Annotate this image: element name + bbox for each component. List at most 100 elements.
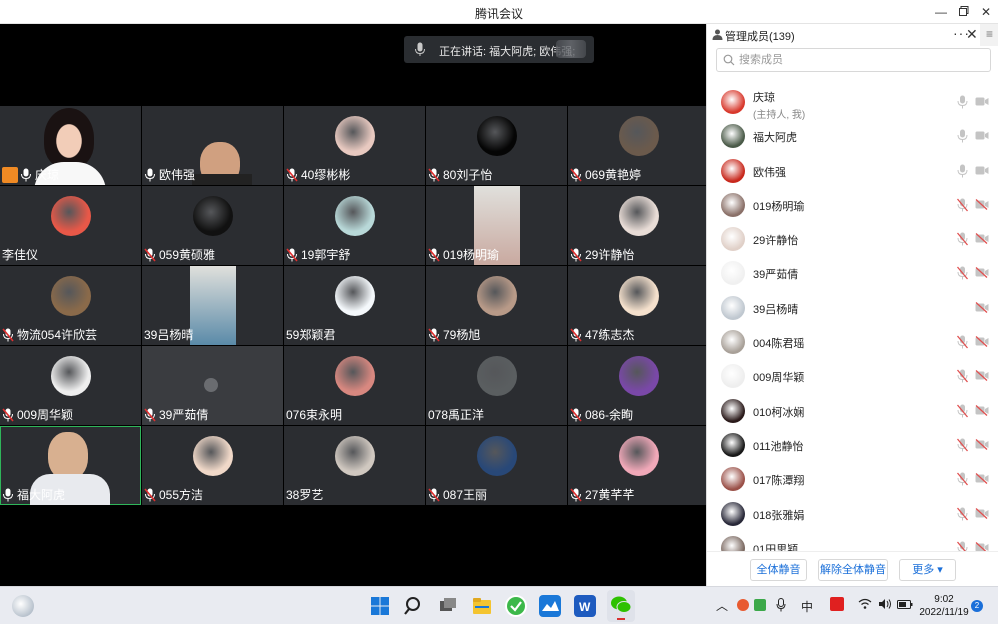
start-icon[interactable]	[369, 595, 391, 617]
member-mic-muted-icon[interactable]	[957, 232, 968, 246]
member-row[interactable]: 011池静怡	[707, 428, 998, 462]
wechat-icon[interactable]	[607, 590, 635, 622]
mute-all-button[interactable]: 全体静音	[750, 559, 807, 581]
tray-mic-icon[interactable]	[776, 598, 786, 612]
participant-tile[interactable]: 李佳仪	[0, 186, 141, 265]
member-mic-icon[interactable]	[957, 129, 968, 143]
participant-tile[interactable]: 055方洁	[142, 426, 283, 505]
participant-tile[interactable]: 59郑颖君	[284, 266, 425, 345]
participant-tile[interactable]: 059黄硕雅	[142, 186, 283, 265]
more-button[interactable]: 更多 ▾	[899, 559, 956, 581]
participant-tile[interactable]: 069黄艳婷	[568, 106, 709, 185]
ime-indicator[interactable]: 中	[801, 598, 813, 615]
participant-tile[interactable]: 087王丽	[426, 426, 567, 505]
member-camera-off-icon[interactable]	[975, 370, 989, 382]
member-camera-off-icon[interactable]	[975, 233, 989, 245]
tray-app-icon[interactable]	[737, 599, 749, 611]
member-row[interactable]: 39吕杨晴	[707, 291, 998, 325]
member-camera-off-icon[interactable]	[975, 404, 989, 416]
member-camera-off-icon[interactable]	[975, 336, 989, 348]
word-icon[interactable]: W	[574, 595, 596, 617]
member-avatar	[721, 90, 745, 114]
member-row[interactable]: 009周华颖	[707, 359, 998, 393]
volume-icon[interactable]	[878, 598, 892, 610]
member-mic-muted-icon[interactable]	[957, 472, 968, 486]
member-camera-icon[interactable]	[975, 96, 989, 107]
participant-tile[interactable]: 27黄芊芊	[568, 426, 709, 505]
sogou-icon[interactable]	[830, 597, 844, 611]
participant-tile[interactable]: 078禹正洋	[426, 346, 567, 425]
member-mic-muted-icon[interactable]	[957, 198, 968, 212]
notification-badge[interactable]: 2	[971, 600, 983, 612]
member-row[interactable]: 004陈君瑶	[707, 325, 998, 359]
member-row[interactable]: 29许静怡	[707, 222, 998, 256]
member-camera-off-icon[interactable]	[975, 473, 989, 485]
participant-tile[interactable]: 019杨明瑜	[426, 186, 567, 265]
member-camera-off-icon[interactable]	[975, 301, 989, 313]
system-clock[interactable]: 9:02 2022/11/19	[918, 593, 970, 619]
participant-tile[interactable]: 欧伟强	[142, 106, 283, 185]
member-row[interactable]: 39严茹倩	[707, 256, 998, 290]
participant-avatar	[618, 276, 659, 316]
search-taskbar-icon[interactable]	[403, 595, 425, 617]
member-mic-muted-icon[interactable]	[957, 369, 968, 383]
member-mic-muted-icon[interactable]	[957, 438, 968, 452]
member-mic-icon[interactable]	[957, 164, 968, 178]
member-row[interactable]: 019杨明瑜	[707, 188, 998, 222]
unmute-all-button[interactable]: 解除全体静音	[818, 559, 888, 581]
participant-tile[interactable]: 物流054许欣芸	[0, 266, 141, 345]
task-view-icon[interactable]	[437, 595, 459, 617]
participant-tile[interactable]: 庆琼	[0, 106, 141, 185]
participant-tile[interactable]: 076束永明	[284, 346, 425, 425]
member-mic-muted-icon[interactable]	[957, 266, 968, 280]
participant-tile[interactable]: 39严茹倩	[142, 346, 283, 425]
file-explorer-icon[interactable]	[471, 595, 493, 617]
member-camera-icon[interactable]	[975, 130, 989, 141]
browser-icon[interactable]	[505, 595, 527, 617]
participant-tile[interactable]: 38罗艺	[284, 426, 425, 505]
member-camera-off-icon[interactable]	[975, 507, 989, 519]
participant-tile[interactable]: 79杨旭	[426, 266, 567, 345]
member-row[interactable]: 庆琼 (主持人, 我)	[707, 85, 998, 121]
video-feed	[189, 266, 236, 345]
member-camera-icon[interactable]	[975, 165, 989, 176]
member-row[interactable]: 01田思颖	[707, 531, 998, 551]
side-menu-button[interactable]: ≡	[980, 24, 998, 46]
participant-tile[interactable]: 47练志杰	[568, 266, 709, 345]
battery-icon[interactable]	[897, 598, 913, 610]
member-mic-muted-icon[interactable]	[957, 507, 968, 521]
participant-tile[interactable]: 009周华颖	[0, 346, 141, 425]
member-mic-muted-icon[interactable]	[957, 335, 968, 349]
chevron-up-icon[interactable]: ︿	[716, 597, 728, 614]
participant-tile[interactable]: 29许静怡	[568, 186, 709, 265]
close-panel-button[interactable]: ✕	[966, 26, 978, 43]
app-icon[interactable]	[539, 595, 561, 617]
member-search[interactable]	[716, 48, 991, 72]
member-camera-off-icon[interactable]	[975, 541, 989, 551]
member-row[interactable]: 福大阿虎	[707, 119, 998, 153]
participant-tile[interactable]: 40缪彬彬	[284, 106, 425, 185]
tray-app2-icon[interactable]	[754, 599, 766, 611]
member-row[interactable]: 018张雅娟	[707, 497, 998, 531]
member-row[interactable]: 017陈潭翔	[707, 462, 998, 496]
member-mic-icon[interactable]	[957, 95, 968, 109]
member-mic-muted-icon[interactable]	[957, 404, 968, 418]
member-mic-muted-icon[interactable]	[957, 541, 968, 551]
participant-label: 物流054许欣芸	[2, 327, 97, 343]
minimize-button[interactable]: —	[930, 2, 952, 22]
participant-tile[interactable]: 80刘子怡	[426, 106, 567, 185]
member-camera-off-icon[interactable]	[975, 267, 989, 279]
member-camera-off-icon[interactable]	[975, 198, 989, 210]
participant-tile[interactable]: 39吕杨晴	[142, 266, 283, 345]
member-row[interactable]: 010柯冰娴	[707, 394, 998, 428]
member-row[interactable]: 欧伟强	[707, 154, 998, 188]
maximize-button[interactable]	[953, 2, 975, 22]
weather-icon[interactable]	[12, 595, 34, 617]
search-input[interactable]	[739, 51, 979, 69]
wifi-icon[interactable]	[858, 598, 872, 610]
close-window-button[interactable]: ✕	[975, 2, 997, 22]
participant-tile[interactable]: 19郭宇舒	[284, 186, 425, 265]
participant-tile[interactable]: 086-余眴	[568, 346, 709, 425]
member-camera-off-icon[interactable]	[975, 438, 989, 450]
participant-tile[interactable]: 福大阿虎	[0, 426, 141, 505]
